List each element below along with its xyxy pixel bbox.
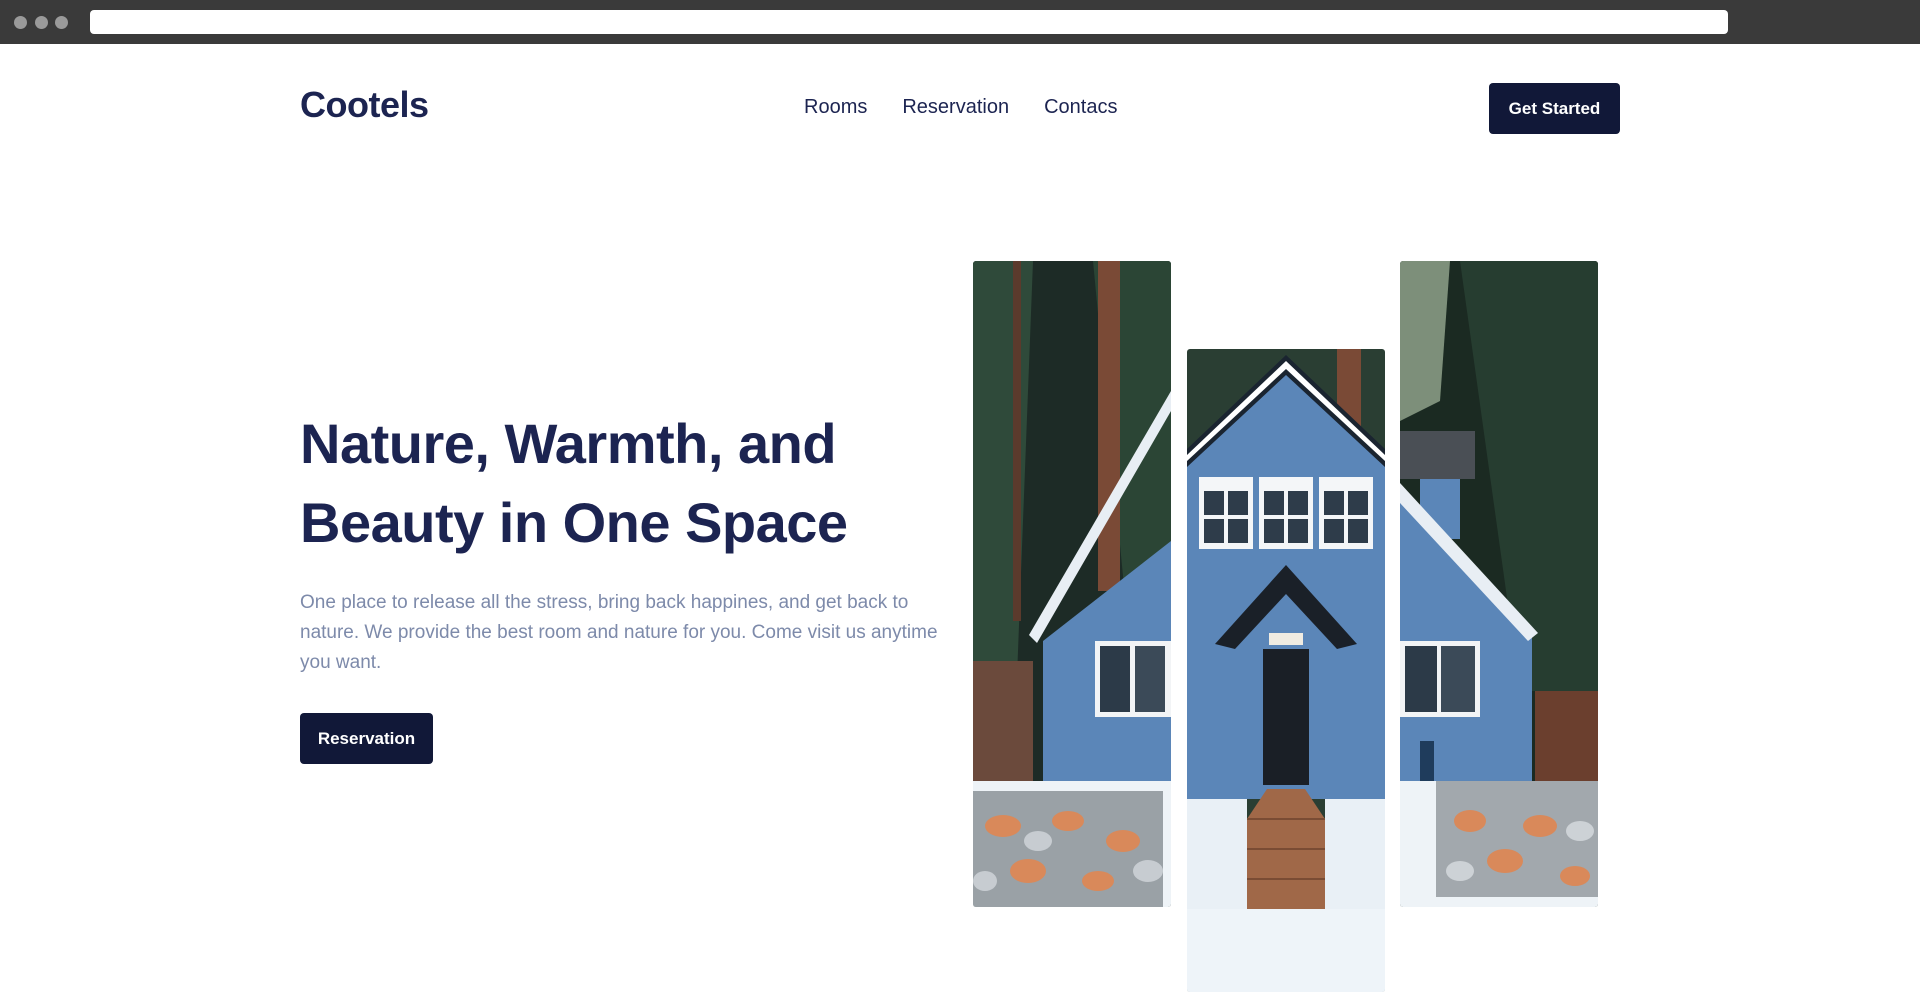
main-nav: Rooms Reservation Contacs xyxy=(804,96,1117,119)
hero-title: Nature, Warmth, and Beauty in One Space xyxy=(300,412,848,554)
browser-chrome xyxy=(0,0,1920,44)
cabin-right-strip-image xyxy=(1400,261,1598,907)
window-close-dot[interactable] xyxy=(14,16,27,29)
window-minimize-dot[interactable] xyxy=(35,16,48,29)
nav-item-reservation[interactable]: Reservation xyxy=(902,96,1009,119)
reservation-button[interactable]: Reservation xyxy=(300,713,433,764)
hero-subtitle: One place to release all the stress, bri… xyxy=(300,592,938,673)
cabin-left-strip-image xyxy=(973,261,1171,907)
window-maximize-dot[interactable] xyxy=(55,16,68,29)
address-bar[interactable] xyxy=(90,10,1728,34)
get-started-button[interactable]: Get Started xyxy=(1489,83,1620,134)
cabin-center-strip-image xyxy=(1187,349,1385,992)
nav-item-rooms[interactable]: Rooms xyxy=(804,96,867,119)
brand-logo[interactable]: Cootels xyxy=(300,84,429,126)
nav-item-contacts[interactable]: Contacs xyxy=(1044,96,1117,119)
